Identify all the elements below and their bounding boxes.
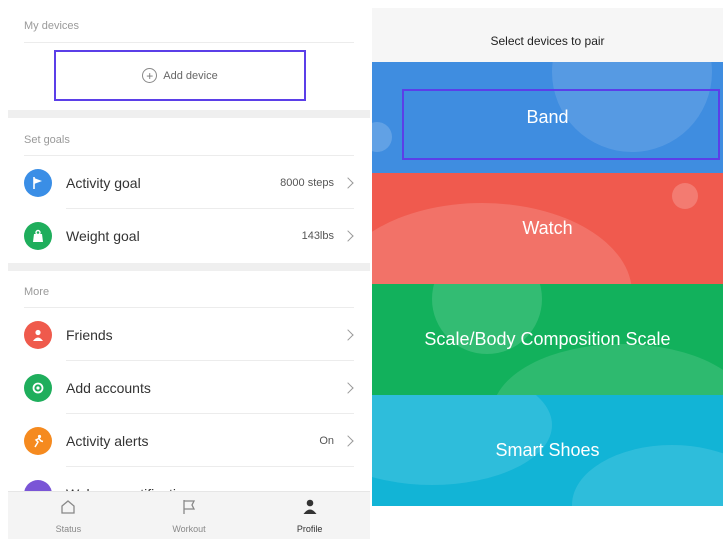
tab-profile[interactable]: Profile [249, 492, 370, 539]
device-tile-scale-label: Scale/Body Composition Scale [424, 329, 671, 349]
activity-goal-label: Activity goal [66, 174, 141, 191]
flag-icon [180, 498, 198, 521]
weight-icon [24, 221, 52, 250]
header: Select devices to pair [372, 8, 723, 62]
band-highlight-box [402, 89, 720, 160]
add-device-label: Add device [163, 69, 218, 82]
divider [24, 42, 354, 43]
activity-alerts-label: Activity alerts [66, 432, 149, 449]
accounts-icon [24, 373, 52, 402]
person-icon [301, 498, 319, 521]
add-device-button[interactable]: + Add device [54, 50, 306, 101]
section-title-set-goals: Set goals [24, 134, 70, 146]
chevron-right-icon [342, 176, 354, 189]
bottom-tab-bar: Status Workout Profile [8, 491, 370, 539]
activity-alerts-value: On [319, 434, 334, 447]
section-gap [8, 110, 370, 118]
weight-goal-row[interactable]: Weight goal 143lbs [8, 209, 370, 262]
pair-device-screen: Select devices to pair Band Watch Scale/… [372, 0, 723, 539]
friends-icon [24, 320, 52, 349]
activity-alerts-row[interactable]: Activity alerts On [8, 414, 370, 467]
friends-row[interactable]: Friends [8, 308, 370, 361]
activity-goal-row[interactable]: Activity goal 8000 steps [8, 156, 370, 209]
activity-goal-value: 8000 steps [280, 176, 334, 189]
chevron-right-icon [342, 434, 354, 447]
device-tile-smart-shoes[interactable]: Smart Shoes [372, 395, 723, 506]
flag-icon [24, 168, 52, 197]
friends-label: Friends [66, 326, 113, 343]
device-tile-watch[interactable]: Watch [372, 173, 723, 284]
device-tile-smart-shoes-label: Smart Shoes [495, 440, 600, 460]
home-icon [59, 498, 77, 521]
chevron-right-icon [342, 229, 354, 242]
add-accounts-row[interactable]: Add accounts [8, 361, 370, 414]
profile-screen: My devices + Add device Set goals Activi… [8, 0, 370, 539]
running-icon [24, 426, 52, 455]
device-tile-watch-label: Watch [522, 218, 573, 238]
tab-workout-label: Workout [172, 523, 206, 534]
section-gap [8, 263, 370, 271]
weight-goal-label: Weight goal [66, 227, 140, 244]
page-title: Select devices to pair [490, 34, 605, 48]
tab-status-label: Status [55, 523, 82, 534]
add-accounts-label: Add accounts [66, 379, 151, 396]
tab-workout[interactable]: Workout [129, 492, 250, 539]
section-title-more: More [24, 286, 50, 298]
plus-circle-icon: + [142, 68, 158, 83]
device-tile-scale[interactable]: Scale/Body Composition Scale [372, 284, 723, 395]
tab-status[interactable]: Status [8, 492, 129, 539]
chevron-right-icon [342, 381, 354, 394]
chevron-right-icon [342, 328, 354, 341]
tab-profile-label: Profile [296, 523, 323, 534]
section-title-my-devices: My devices [24, 20, 80, 32]
weight-goal-value: 143lbs [301, 229, 334, 242]
